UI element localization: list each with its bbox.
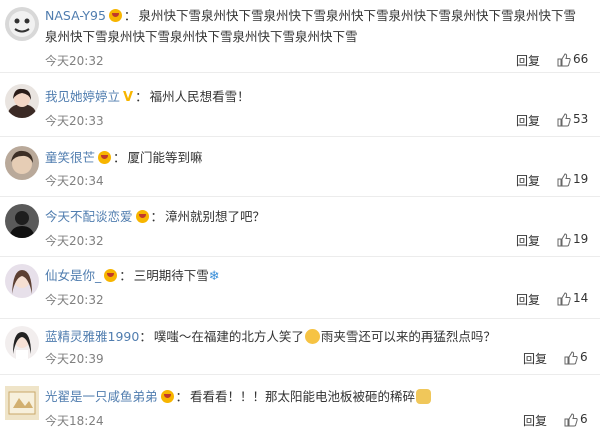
snowflake-icon: ❄ xyxy=(208,269,220,284)
comment-time: 今天20:32 xyxy=(45,234,104,248)
comment-content: 仙女是你_ ：三明期待下雪❄ xyxy=(45,265,586,287)
avatar[interactable] xyxy=(5,7,39,41)
thumbs-up-icon[interactable] xyxy=(564,351,578,365)
avatar[interactable] xyxy=(5,386,39,420)
like-count: 66 xyxy=(573,52,589,66)
like-count: 19 xyxy=(573,232,589,246)
member-crown-icon xyxy=(135,210,149,223)
comment-time: 今天20:34 xyxy=(45,174,104,188)
comment-content: 蓝精灵雅雅1990： 噗嗤～在福建的北方人笑了 雨夹雪还可以来的再猛烈点吗？ xyxy=(45,326,586,347)
comment-time: 今天18:24 xyxy=(45,414,104,428)
thumbs-up-icon[interactable] xyxy=(557,233,571,247)
dog-emoji-icon xyxy=(416,389,432,404)
member-crown-icon xyxy=(104,269,118,282)
like-count: 14 xyxy=(573,291,589,305)
reply-button[interactable]: 回复 xyxy=(516,172,540,189)
avatar[interactable] xyxy=(5,326,39,360)
thumbs-up-icon[interactable] xyxy=(557,173,571,187)
avatar[interactable] xyxy=(5,146,39,180)
like-count: 19 xyxy=(573,172,589,186)
member-crown-icon xyxy=(160,390,174,403)
member-crown-icon xyxy=(108,9,122,22)
avatar[interactable] xyxy=(5,84,39,118)
comment-content: 今天不配谈恋爱 ：漳州就别想了吧？ xyxy=(45,206,586,227)
comment-text: 漳州就别想了吧？ xyxy=(165,209,266,224)
username-link[interactable]: 仙女是你_ xyxy=(45,268,101,283)
like-count: 6 xyxy=(580,412,588,426)
reply-button[interactable]: 回复 xyxy=(516,291,540,308)
username-link[interactable]: 我见她婷婷立 xyxy=(45,89,120,104)
comment-content: 光翟是一只咸鱼弟弟 ：看看看！！！那太阳能电池板被砸的稀碎 xyxy=(45,386,586,407)
comment-item: 童笑很芒 ：厦门能等到嘛 今天20:34 回复 19 xyxy=(0,136,600,197)
comment-content: NASA-Y95：泉州快下雪泉州快下雪泉州快下雪泉州快下雪泉州快下雪泉州快下雪泉… xyxy=(45,5,586,47)
separator: ： xyxy=(139,329,152,344)
comment-item: 今天不配谈恋爱 ：漳州就别想了吧？ 今天20:32 回复 19 xyxy=(0,196,600,257)
comment-item: 我见她婷婷立 V：福州人民想看雪！ 今天20:33 回复 53 xyxy=(0,72,600,137)
comment-content: 童笑很芒 ：厦门能等到嘛 xyxy=(45,147,586,168)
comment-time: 今天20:39 xyxy=(45,352,104,366)
comment-item: NASA-Y95：泉州快下雪泉州快下雪泉州快下雪泉州快下雪泉州快下雪泉州快下雪泉… xyxy=(0,0,600,73)
separator: ： xyxy=(123,8,137,23)
separator: ： xyxy=(175,389,189,404)
separator: ： xyxy=(113,150,126,165)
username-link[interactable]: 蓝精灵雅雅1990 xyxy=(45,329,139,344)
thumbs-up-icon[interactable] xyxy=(564,413,578,427)
comment-text: 看看看！！！那太阳能电池板被砸的稀碎 xyxy=(190,389,416,404)
like-count: 6 xyxy=(580,350,588,364)
reply-button[interactable]: 回复 xyxy=(516,52,540,69)
reply-button[interactable]: 回复 xyxy=(523,350,547,367)
comment-text: 厦门能等到嘛 xyxy=(127,150,203,165)
reply-button[interactable]: 回复 xyxy=(516,112,540,129)
comment-time: 今天20:32 xyxy=(45,293,104,307)
avatar[interactable] xyxy=(5,204,39,238)
comment-content: 我见她婷婷立 V：福州人民想看雪！ xyxy=(45,86,586,108)
verified-v-icon: V xyxy=(123,90,134,105)
thumbs-up-icon[interactable] xyxy=(557,53,571,67)
thumbs-up-icon[interactable] xyxy=(557,292,571,306)
comment-item: 仙女是你_ ：三明期待下雪❄ 今天20:32 回复 14 xyxy=(0,256,600,319)
reply-button[interactable]: 回复 xyxy=(523,412,547,429)
comment-item: 光翟是一只咸鱼弟弟：看看看！！！那太阳能电池板被砸的稀碎 今天18:24 回复 … xyxy=(0,374,600,435)
grin-emoji-icon xyxy=(304,329,320,344)
comment-list: NASA-Y95：泉州快下雪泉州快下雪泉州快下雪泉州快下雪泉州快下雪泉州快下雪泉… xyxy=(0,0,600,435)
username-link[interactable]: 光翟是一只咸鱼弟弟 xyxy=(45,389,158,404)
thumbs-up-icon[interactable] xyxy=(557,113,571,127)
comment-text: 噗嗤～在福建的北方人笑了 xyxy=(153,329,304,344)
reply-button[interactable]: 回复 xyxy=(516,232,540,249)
username-link[interactable]: NASA-Y95 xyxy=(45,8,106,23)
separator: ： xyxy=(150,209,164,224)
member-crown-icon xyxy=(98,151,112,164)
separator: ： xyxy=(119,268,132,283)
username-link[interactable]: 今天不配谈恋爱 xyxy=(45,209,133,224)
like-count: 53 xyxy=(573,112,589,126)
comment-text-continued: 雨夹雪还可以来的再猛烈点吗？ xyxy=(320,329,496,344)
separator: ： xyxy=(135,89,148,104)
username-link[interactable]: 童笑很芒 xyxy=(45,150,95,165)
avatar[interactable] xyxy=(5,264,39,298)
comment-time: 今天20:32 xyxy=(45,54,104,68)
comment-text: 三明期待下雪 xyxy=(133,268,209,283)
comment-text: 福州人民想看雪！ xyxy=(149,89,250,104)
comment-item: 蓝精灵雅雅1990： 噗嗤～在福建的北方人笑了 雨夹雪还可以来的再猛烈点吗？ 今天2… xyxy=(0,318,600,375)
comment-time: 今天20:33 xyxy=(45,114,104,128)
